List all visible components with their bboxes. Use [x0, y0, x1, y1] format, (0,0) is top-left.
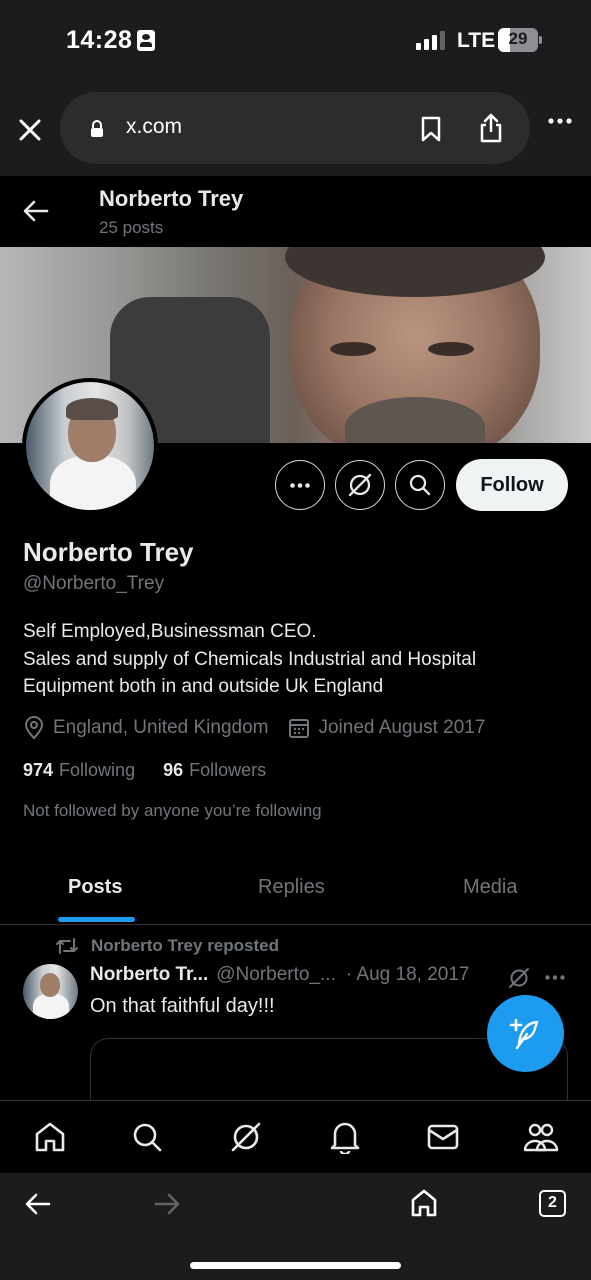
- url-text: x.com: [126, 115, 183, 138]
- grok-icon: [348, 473, 372, 497]
- header-posts-count: 25 posts: [99, 218, 164, 237]
- profile-bio: Self Employed,Businessman CEO. Sales and…: [23, 618, 563, 701]
- status-bar: 14:28 LTE 29: [0, 0, 591, 84]
- search-icon: [409, 474, 431, 496]
- followers-link[interactable]: 96 Followers: [163, 760, 266, 781]
- profile-handle: @Norberto_Trey: [23, 573, 165, 594]
- not-followed-notice: Not followed by anyone you’re following: [23, 801, 322, 820]
- more-options-button[interactable]: [275, 460, 325, 510]
- post-author-handle[interactable]: @Norberto_...: [216, 964, 336, 986]
- messages-icon: [427, 1124, 459, 1150]
- bottom-navigation: [0, 1100, 591, 1173]
- back-arrow-icon[interactable]: [23, 200, 49, 222]
- signal-icon: [416, 30, 446, 50]
- repost-icon: [56, 938, 78, 954]
- calendar-icon: [289, 719, 310, 738]
- nav-search[interactable]: [129, 1119, 165, 1155]
- notifications-icon: [330, 1122, 360, 1154]
- status-time: 14:28: [66, 26, 133, 54]
- more-icon[interactable]: [545, 975, 565, 980]
- url-field[interactable]: x.com: [60, 92, 530, 164]
- browser-address-bar: x.com: [0, 84, 591, 176]
- id-card-icon: [137, 30, 155, 51]
- more-icon[interactable]: [548, 118, 572, 124]
- post-header: Norberto Tr... @Norberto_... · Aug 18, 2…: [90, 964, 469, 986]
- home-indicator: [190, 1262, 401, 1269]
- home-icon: [35, 1122, 65, 1152]
- repost-indicator[interactable]: Norberto Trey reposted: [55, 936, 279, 956]
- nav-notifications[interactable]: [327, 1119, 363, 1155]
- home-icon[interactable]: [410, 1188, 438, 1218]
- post-text: On that faithful day!!!: [90, 995, 275, 1017]
- profile-top-bar: Norberto Trey 25 posts: [0, 176, 591, 247]
- profile-display-name: Norberto Trey: [23, 537, 194, 567]
- search-profile-button[interactable]: [395, 460, 445, 510]
- close-icon[interactable]: [17, 117, 43, 143]
- following-link[interactable]: 974 Following: [23, 760, 135, 781]
- tab-posts[interactable]: Posts: [68, 876, 122, 899]
- grok-icon[interactable]: [508, 967, 530, 989]
- grok-icon: [231, 1122, 261, 1152]
- location-text: England, United Kingdom: [53, 717, 269, 738]
- header-profile-name: Norberto Trey: [99, 186, 244, 211]
- lock-icon: [91, 120, 103, 137]
- post-author-name[interactable]: Norberto Tr...: [90, 964, 208, 986]
- profile-tabs: Posts Replies Media: [0, 850, 591, 925]
- search-icon: [133, 1123, 162, 1152]
- bio-line: Self Employed,Businessman CEO.: [23, 621, 317, 642]
- profile-joined: Joined August 2017: [288, 717, 485, 739]
- followers-label: Followers: [189, 760, 267, 780]
- profile-avatar[interactable]: [22, 378, 158, 514]
- follow-stats: 974 Following 96 Followers: [23, 760, 294, 781]
- follow-button[interactable]: Follow: [456, 459, 568, 511]
- nav-home[interactable]: [32, 1119, 68, 1155]
- post-date[interactable]: · Aug 18, 2017: [346, 964, 470, 986]
- compose-post-button[interactable]: [487, 995, 564, 1072]
- communities-icon: [523, 1123, 559, 1152]
- more-icon: [290, 482, 310, 488]
- bio-line: Equipment both in and outside Uk England: [23, 676, 384, 697]
- back-arrow-icon[interactable]: [25, 1193, 51, 1215]
- share-icon[interactable]: [478, 112, 504, 144]
- network-type: LTE: [457, 29, 496, 52]
- active-tab-indicator: [58, 917, 135, 922]
- bio-line: Sales and supply of Chemicals Industrial…: [23, 648, 477, 670]
- nav-messages[interactable]: [425, 1119, 461, 1155]
- profile-location: England, United Kingdom: [23, 716, 268, 740]
- bookmark-icon[interactable]: [420, 115, 442, 143]
- profile-meta: England, United Kingdom Joined August 20…: [23, 714, 505, 742]
- location-pin-icon: [24, 716, 44, 740]
- battery-level: 29: [508, 29, 528, 48]
- nav-grok[interactable]: [228, 1119, 264, 1155]
- battery-icon: 29: [498, 28, 542, 52]
- following-count: 974: [23, 760, 54, 780]
- compose-feather-icon: [509, 1018, 538, 1049]
- tab-media[interactable]: Media: [463, 876, 517, 899]
- post-avatar[interactable]: [23, 964, 78, 1019]
- following-label: Following: [59, 760, 136, 780]
- forward-arrow-icon[interactable]: [154, 1193, 180, 1215]
- tab-replies[interactable]: Replies: [258, 876, 325, 899]
- browser-toolbar: 2: [0, 1173, 591, 1280]
- grok-button[interactable]: [335, 460, 385, 510]
- followers-count: 96: [163, 760, 184, 780]
- nav-communities[interactable]: [523, 1119, 559, 1155]
- repost-label: Norberto Trey reposted: [91, 936, 279, 955]
- joined-text: Joined August 2017: [318, 717, 486, 738]
- tabs-icon[interactable]: 2: [539, 1190, 566, 1217]
